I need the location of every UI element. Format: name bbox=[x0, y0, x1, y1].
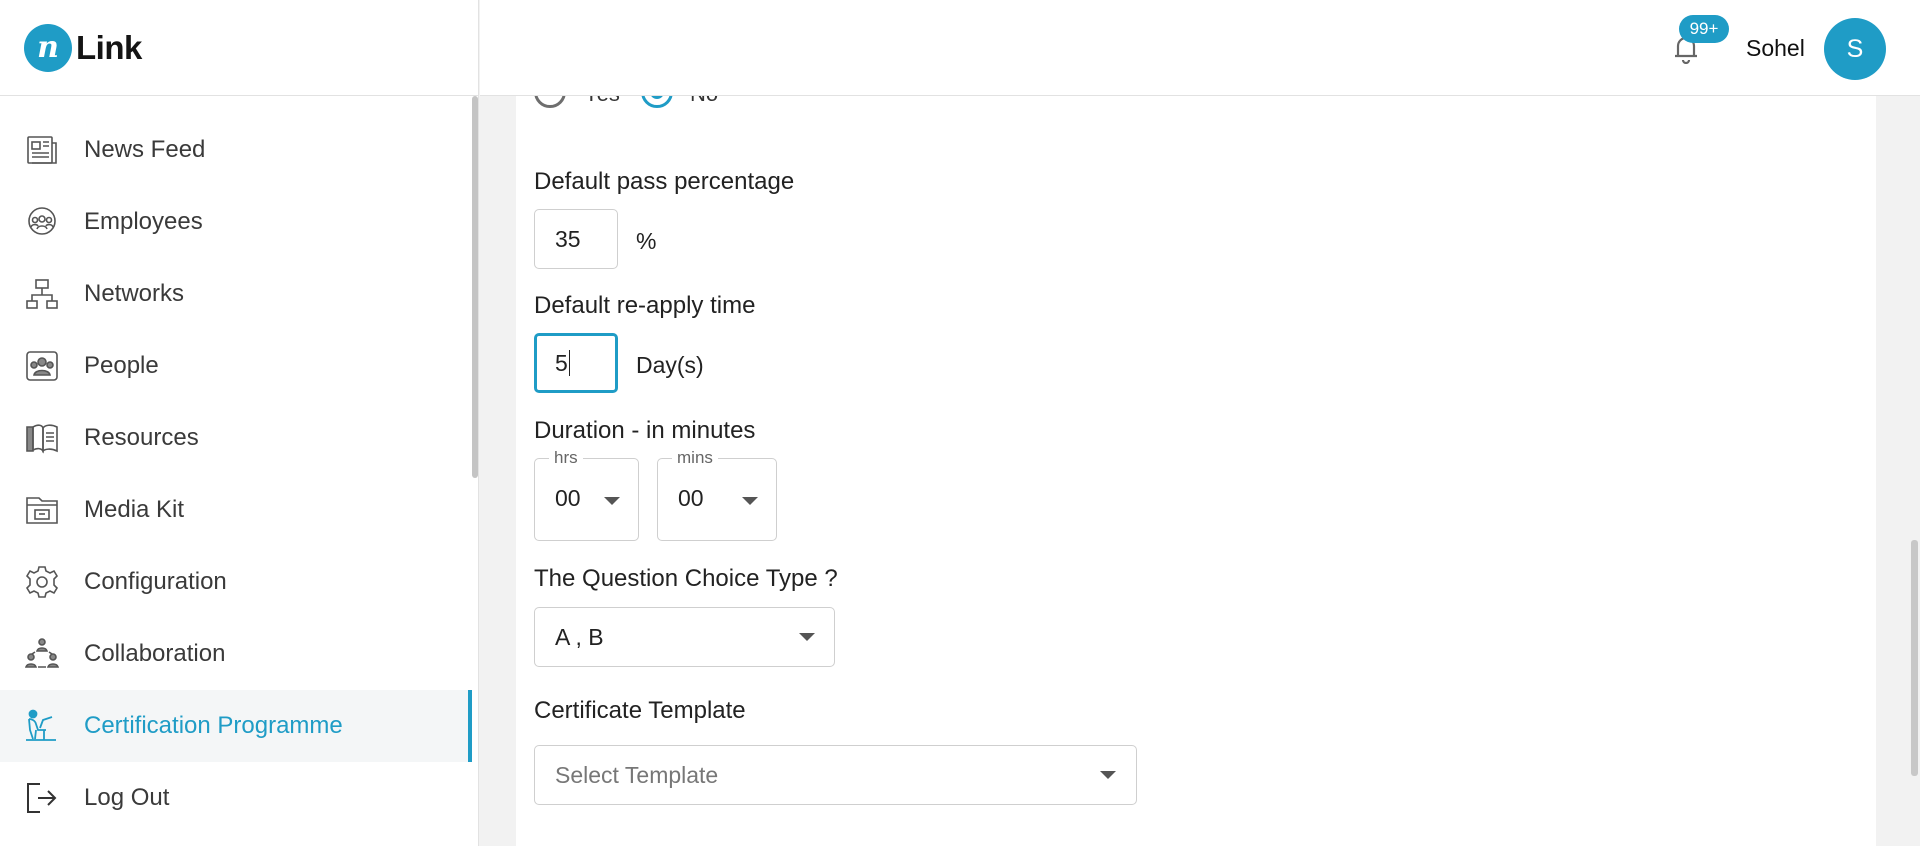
hours-legend: hrs bbox=[549, 448, 583, 468]
sidebar-item-log-out[interactable]: Log Out bbox=[0, 762, 472, 834]
sidebar-item-label: News Feed bbox=[84, 136, 206, 163]
chevron-down-icon bbox=[742, 497, 758, 505]
brand-logo[interactable]: n Link bbox=[0, 0, 478, 96]
news-feed-icon bbox=[24, 132, 60, 168]
resources-icon bbox=[24, 420, 60, 456]
sidebar-item-label: Networks bbox=[84, 280, 185, 307]
choice-type-label: The Question Choice Type ? bbox=[534, 565, 838, 592]
employees-icon bbox=[24, 204, 60, 240]
sidebar-nav: News Feed Employees Networks People Reso… bbox=[0, 114, 472, 834]
certificate-template-label: Certificate Template bbox=[534, 697, 746, 724]
sidebar-item-label: Configuration bbox=[84, 568, 227, 595]
minutes-legend: mins bbox=[672, 448, 718, 468]
networks-icon bbox=[24, 276, 60, 312]
sidebar-item-networks[interactable]: Networks bbox=[0, 258, 472, 330]
chevron-down-icon bbox=[604, 497, 620, 505]
reapply-time-input[interactable]: 5 bbox=[534, 333, 618, 393]
sidebar-item-label: Employees bbox=[84, 208, 203, 235]
main-scrollbar-thumb[interactable] bbox=[1911, 540, 1918, 776]
percent-suffix: % bbox=[636, 228, 657, 254]
pass-percentage-value: 35 bbox=[555, 225, 581, 252]
sidebar-item-configuration[interactable]: Configuration bbox=[0, 546, 472, 618]
hours-value: 00 bbox=[555, 485, 581, 511]
brand-wordmark: Link bbox=[76, 28, 142, 66]
certificate-template-placeholder: Select Template bbox=[555, 761, 719, 788]
duration-label: Duration - in minutes bbox=[534, 417, 756, 444]
notification-badge: 99+ bbox=[1679, 15, 1729, 43]
sidebar-item-label: Media Kit bbox=[84, 496, 185, 523]
sidebar-item-employees[interactable]: Employees bbox=[0, 186, 472, 258]
main-scrollbar[interactable] bbox=[1909, 96, 1920, 846]
sidebar-scrollbar[interactable] bbox=[471, 96, 479, 846]
collaboration-icon bbox=[24, 636, 60, 672]
text-cursor bbox=[568, 350, 570, 376]
logout-icon bbox=[24, 780, 60, 816]
people-icon bbox=[24, 348, 60, 384]
sidebar-item-label: People bbox=[84, 352, 159, 379]
avatar[interactable]: S bbox=[1824, 18, 1886, 80]
media-kit-icon bbox=[24, 492, 60, 528]
days-suffix: Day(s) bbox=[636, 352, 704, 378]
gear-icon bbox=[24, 564, 60, 600]
brand-mark-icon: n bbox=[24, 23, 72, 72]
sidebar-item-resources[interactable]: Resources bbox=[0, 402, 472, 474]
sidebar-item-label: Log Out bbox=[84, 784, 170, 811]
pass-percentage-input[interactable]: 35 bbox=[534, 209, 618, 269]
sidebar-item-news-feed[interactable]: News Feed bbox=[0, 114, 472, 186]
sidebar-item-label: Certification Programme bbox=[84, 712, 343, 739]
reapply-time-value: 5 bbox=[555, 349, 568, 376]
sidebar-scrollbar-thumb[interactable] bbox=[472, 96, 478, 478]
certificate-template-select[interactable]: Select Template bbox=[534, 745, 1137, 805]
choice-type-select[interactable]: A , B bbox=[534, 607, 835, 667]
sidebar-item-label: Collaboration bbox=[84, 640, 226, 667]
hours-select[interactable]: hrs 00 bbox=[534, 448, 639, 541]
header-overlay: 99+ Sohel S bbox=[480, 0, 1920, 96]
pass-percentage-label: Default pass percentage bbox=[534, 168, 795, 195]
certification-icon bbox=[24, 708, 60, 744]
sidebar-item-certification-programme[interactable]: Certification Programme bbox=[0, 690, 472, 762]
minutes-value: 00 bbox=[678, 485, 704, 511]
reapply-time-label: Default re-apply time bbox=[534, 292, 756, 319]
sidebar-item-label: Resources bbox=[84, 424, 199, 451]
sidebar-item-people[interactable]: People bbox=[0, 330, 472, 402]
sidebar-item-media-kit[interactable]: Media Kit bbox=[0, 474, 472, 546]
chevron-down-icon bbox=[1100, 771, 1116, 779]
sidebar: n Link News Feed Employees Networks Peop… bbox=[0, 0, 479, 846]
choice-type-value: A , B bbox=[555, 623, 604, 650]
chevron-down-icon bbox=[799, 633, 815, 641]
user-name[interactable]: Sohel bbox=[1746, 35, 1805, 62]
minutes-select[interactable]: mins 00 bbox=[657, 448, 777, 541]
sidebar-item-collaboration[interactable]: Collaboration bbox=[0, 618, 472, 690]
